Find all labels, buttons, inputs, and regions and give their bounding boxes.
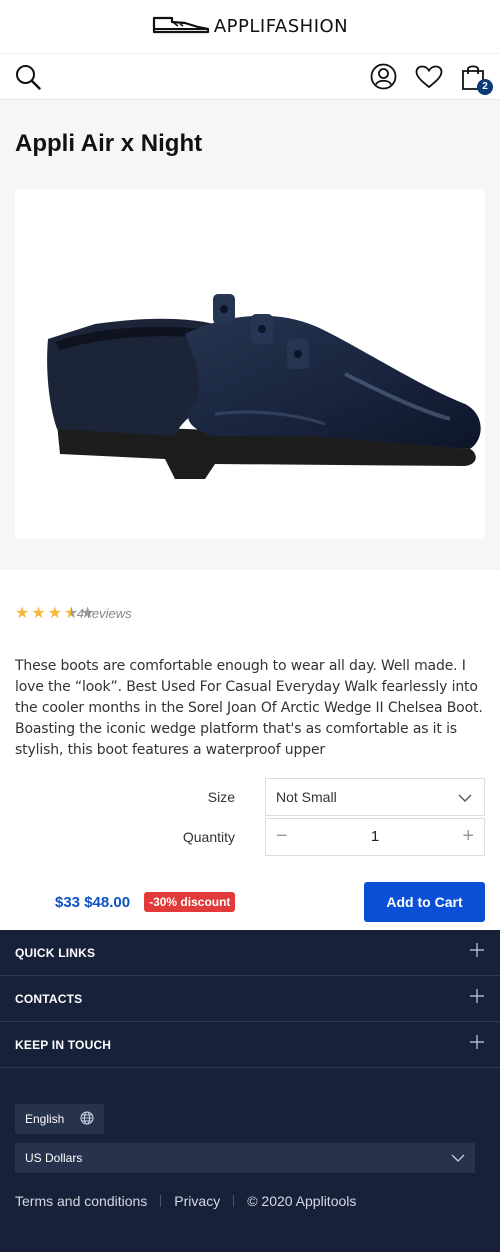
globe-icon xyxy=(80,1110,94,1128)
star-icon: ★ xyxy=(47,605,63,622)
currency-selector[interactable]: US Dollars xyxy=(15,1143,475,1173)
price: $33 $48.00 xyxy=(55,893,131,911)
divider xyxy=(233,1195,235,1207)
terms-link[interactable]: Terms and conditions xyxy=(15,1193,147,1209)
minus-icon[interactable]: − xyxy=(276,825,288,848)
price-row: $33 $48.00 -30% discount Add to Cart xyxy=(0,882,500,922)
legal-links: Terms and conditions Privacy © 2020 Appl… xyxy=(0,1193,500,1209)
product-hero: Appli Air x Night xyxy=(0,100,500,570)
chevron-down-icon xyxy=(458,789,472,805)
search-icon[interactable] xyxy=(15,64,41,90)
discount-badge: -30% discount xyxy=(144,892,236,912)
rating-row: ★ ★ ★ ★ ★ 4 reviews xyxy=(0,570,500,626)
language-selector[interactable]: English xyxy=(15,1104,104,1134)
section-title: QUICK LINKS xyxy=(15,945,96,960)
currency-value: US Dollars xyxy=(25,1151,83,1165)
plus-icon xyxy=(470,1035,484,1054)
quantity-row: Quantity − 1 + xyxy=(15,817,485,856)
section-title: CONTACTS xyxy=(15,991,83,1006)
add-to-cart-button[interactable]: Add to Cart xyxy=(364,882,485,922)
logo-bar: APPLIFASHION xyxy=(0,0,500,54)
plus-icon xyxy=(470,943,484,962)
footer: QUICK LINKS CONTACTS KEEP IN TOUCH Engli… xyxy=(0,930,500,1252)
footer-section-quick-links[interactable]: QUICK LINKS xyxy=(0,930,500,976)
product-options: Size Not Small Quantity − 1 + xyxy=(0,752,500,856)
divider xyxy=(160,1195,162,1207)
brand-logo[interactable]: APPLIFASHION xyxy=(152,13,348,40)
heart-icon[interactable] xyxy=(415,65,443,89)
chevron-down-icon xyxy=(451,1151,465,1165)
product-image xyxy=(15,189,485,539)
product-title: Appli Air x Night xyxy=(15,130,203,157)
shoe-logo-icon xyxy=(152,13,210,40)
size-value: Not Small xyxy=(276,788,337,805)
header-actions: 2 xyxy=(370,63,493,95)
brand-name: APPLIFASHION xyxy=(213,16,349,37)
product-description: These boots are comfortable enough to we… xyxy=(15,658,483,758)
user-icon[interactable] xyxy=(370,63,397,90)
shoe-image xyxy=(47,294,481,479)
section-title: KEEP IN TOUCH xyxy=(15,1037,112,1052)
quantity-stepper[interactable]: − 1 + xyxy=(265,817,485,856)
reviews-count[interactable]: 4 reviews xyxy=(77,606,132,621)
star-icon: ★ xyxy=(15,605,30,622)
icon-bar: 2 xyxy=(0,54,500,100)
language-value: English xyxy=(25,1112,65,1126)
size-label: Size xyxy=(207,788,235,805)
star-icon: ★ xyxy=(31,605,46,622)
copyright: © 2020 Applitools xyxy=(247,1193,357,1209)
privacy-link[interactable]: Privacy xyxy=(174,1193,220,1209)
plus-icon[interactable]: + xyxy=(462,825,474,848)
footer-section-keep-in-touch[interactable]: KEEP IN TOUCH xyxy=(0,1022,500,1068)
size-select[interactable]: Not Small xyxy=(265,777,485,816)
footer-section-contacts[interactable]: CONTACTS xyxy=(0,976,500,1022)
cart-count-badge: 2 xyxy=(477,78,493,95)
quantity-value[interactable]: 1 xyxy=(371,828,379,845)
quantity-label: Quantity xyxy=(182,828,235,845)
plus-icon xyxy=(470,989,484,1008)
size-row: Size Not Small xyxy=(15,777,485,816)
bag-icon[interactable]: 2 xyxy=(461,63,493,95)
